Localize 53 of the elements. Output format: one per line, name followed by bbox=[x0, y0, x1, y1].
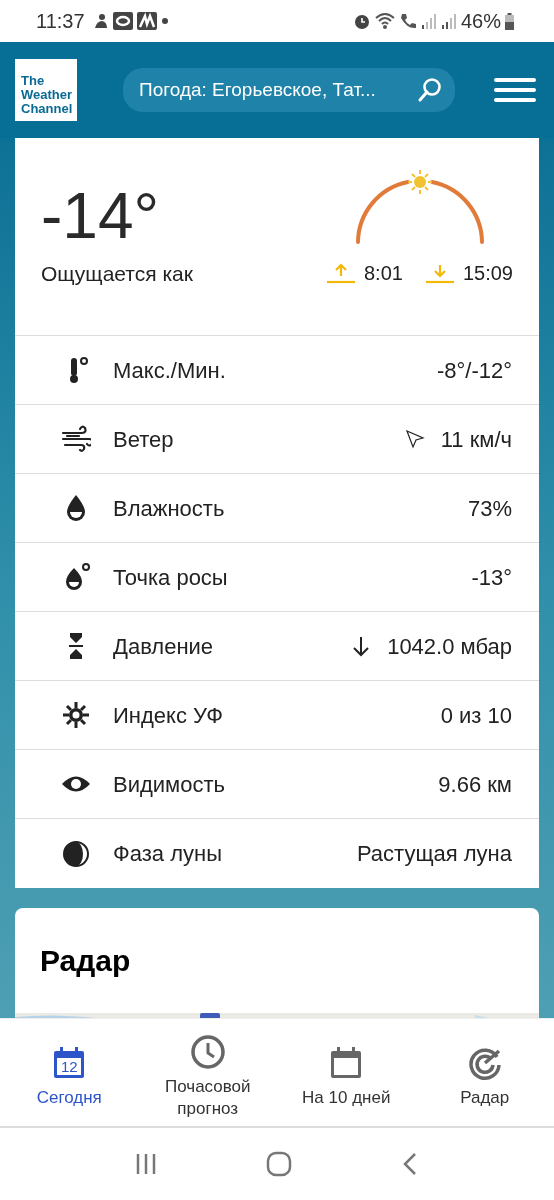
down-arrow-icon bbox=[351, 635, 372, 657]
detail-label: Фаза луны bbox=[113, 840, 222, 868]
detail-value: -8°/-12° bbox=[436, 356, 512, 385]
app-icon bbox=[136, 12, 157, 30]
tab[interactable]: Почасовой прогноз bbox=[138, 1019, 277, 1126]
sunset-icon bbox=[424, 262, 455, 284]
detail-value: 9.66 км bbox=[438, 770, 512, 799]
detail-label: Давление bbox=[113, 632, 214, 661]
detail-value: Растущая луна bbox=[356, 840, 512, 868]
signal-icon bbox=[420, 13, 437, 29]
calendar-date: 12 bbox=[60, 1058, 78, 1075]
detail-value: 0 из 10 bbox=[440, 701, 512, 730]
tab[interactable]: На 10 дней bbox=[277, 1019, 416, 1126]
detail-label: Индекс УФ bbox=[113, 701, 223, 730]
radar-icon bbox=[466, 1045, 503, 1081]
detail-value: 11 км/ч bbox=[440, 425, 512, 454]
detail-value: 1042.0 мбар bbox=[387, 632, 512, 661]
app-icon bbox=[112, 12, 133, 30]
sunset-time: 15:09 bbox=[462, 261, 513, 286]
section-title: Радар bbox=[39, 943, 132, 979]
clock-icon bbox=[189, 1034, 226, 1070]
detail-value: 73% bbox=[467, 494, 512, 523]
menu-icon[interactable] bbox=[494, 77, 536, 103]
sun-icon bbox=[61, 700, 91, 730]
detail-value: -13° bbox=[471, 563, 512, 592]
pointer-icon bbox=[404, 429, 425, 449]
battery-text: 46% bbox=[460, 9, 501, 34]
sunrise-time: 8:01 bbox=[364, 261, 403, 286]
search-icon bbox=[417, 77, 443, 103]
logo[interactable]: The Weather Channel bbox=[15, 59, 77, 121]
battery-icon bbox=[505, 12, 514, 30]
home-icon[interactable] bbox=[266, 1151, 292, 1177]
wind-icon bbox=[61, 424, 91, 454]
dot-icon bbox=[160, 17, 169, 25]
moon-icon bbox=[61, 838, 91, 869]
recent-apps-icon[interactable] bbox=[134, 1152, 158, 1176]
tab[interactable]: Радар bbox=[415, 1019, 554, 1126]
sunrise-icon bbox=[326, 262, 356, 284]
feels-like-text: Ощущается как bbox=[41, 261, 193, 287]
detail-label: Макс./Мин. bbox=[113, 356, 226, 385]
wifi-icon bbox=[374, 12, 395, 30]
detail-label: Видимость bbox=[113, 770, 225, 799]
detail-label: Ветер bbox=[113, 425, 174, 454]
search-field[interactable]: Погода: Егорьевское, Тат... bbox=[123, 68, 455, 112]
detail-label: Точка росы bbox=[113, 563, 228, 592]
notification-icon bbox=[92, 12, 109, 30]
signal-icon bbox=[440, 13, 457, 29]
temperature-text: -14° bbox=[41, 184, 161, 248]
clock-text: 11:37 bbox=[36, 9, 85, 34]
call-icon bbox=[398, 12, 417, 30]
alarm-icon bbox=[352, 12, 371, 30]
tab[interactable]: 12 Сегодня bbox=[0, 1019, 139, 1126]
detail-label: Влажность bbox=[113, 494, 225, 523]
